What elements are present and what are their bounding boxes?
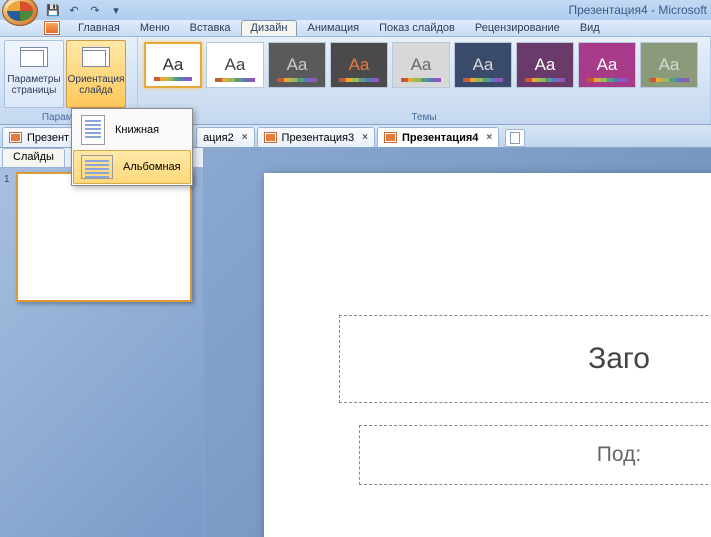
- thumb-number: 1: [4, 172, 16, 185]
- landscape-icon: [81, 155, 113, 179]
- theme-4[interactable]: Aa: [392, 42, 450, 88]
- thumbnails: 1: [0, 168, 203, 537]
- close-icon[interactable]: ×: [486, 132, 492, 143]
- orientation-button[interactable]: Ориентацияслайда: [66, 40, 126, 108]
- doctab-label: Презент: [27, 132, 69, 144]
- ribbon-group-themes: Aa Aa Aa Aa Aa Aa Aa Aa Aa Темы: [138, 37, 711, 124]
- theme-5[interactable]: Aa: [454, 42, 512, 88]
- slide[interactable]: Заго Под:: [264, 173, 711, 537]
- theme-color-bar: [277, 78, 317, 82]
- orientation-landscape[interactable]: Альбомная: [73, 150, 191, 184]
- subtitle-placeholder[interactable]: Под:: [359, 425, 711, 485]
- menu-insert[interactable]: Вставка: [180, 22, 241, 34]
- theme-color-bar: [401, 78, 441, 82]
- page-params-label: Параметрыстраницы: [7, 74, 60, 96]
- theme-preview-text: Aa: [659, 55, 680, 75]
- theme-6[interactable]: Aa: [516, 42, 574, 88]
- page-icon: [510, 132, 520, 144]
- theme-color-bar: [339, 78, 379, 82]
- new-doc-button[interactable]: [505, 129, 525, 147]
- doctab-label: ация2: [203, 132, 234, 144]
- qat-redo-icon[interactable]: ↷: [86, 2, 104, 18]
- ribbon-group-themes-label: Темы: [138, 112, 710, 123]
- workspace: Слайды 1 Заго Под:: [0, 148, 711, 537]
- theme-2[interactable]: Aa: [268, 42, 326, 88]
- theme-preview-text: Aa: [535, 55, 556, 75]
- portrait-icon: [81, 115, 105, 145]
- app-title: Презентация4 - Microsoft: [569, 3, 708, 17]
- theme-preview-text: Aa: [225, 55, 246, 75]
- doc-icon: [9, 132, 22, 143]
- doctab-1[interactable]: ация2 ×: [196, 127, 254, 147]
- title-placeholder[interactable]: Заго: [339, 315, 711, 403]
- theme-preview-text: Aa: [287, 55, 308, 75]
- theme-preview-text: Aa: [163, 55, 184, 75]
- theme-preview-text: Aa: [349, 55, 370, 75]
- portrait-label: Книжная: [115, 124, 159, 136]
- thumb-row: 1: [4, 172, 199, 302]
- theme-8[interactable]: Aa: [640, 42, 698, 88]
- doctab-2[interactable]: Презентация3 ×: [257, 127, 375, 147]
- theme-0[interactable]: Aa: [144, 42, 202, 88]
- theme-preview-text: Aa: [473, 55, 494, 75]
- doctab-0[interactable]: Презент: [2, 127, 76, 147]
- menu-animation[interactable]: Анимация: [297, 22, 369, 34]
- doc-icon: [264, 132, 277, 143]
- qat-save-icon[interactable]: 💾: [44, 2, 62, 18]
- orientation-portrait[interactable]: Книжная: [73, 110, 191, 150]
- theme-color-bar: [649, 78, 689, 82]
- qat-dropdown-icon[interactable]: ▾: [107, 2, 125, 18]
- page-params-button[interactable]: Параметрыстраницы: [4, 40, 64, 108]
- doctab-label: Презентация4: [402, 132, 478, 144]
- theme-color-bar: [463, 78, 503, 82]
- menu-design[interactable]: Дизайн: [241, 20, 298, 36]
- theme-7[interactable]: Aa: [578, 42, 636, 88]
- orientation-label: Ориентацияслайда: [68, 74, 125, 96]
- doctab-3[interactable]: Презентация4 ×: [377, 127, 499, 147]
- theme-1[interactable]: Aa: [206, 42, 264, 88]
- landscape-label: Альбомная: [123, 161, 181, 173]
- menu-slideshow[interactable]: Показ слайдов: [369, 22, 465, 34]
- menu-menu[interactable]: Меню: [130, 22, 180, 34]
- doctab-label: Презентация3: [282, 132, 355, 144]
- side-panel: Слайды 1: [0, 148, 204, 537]
- themes-gallery: Aa Aa Aa Aa Aa Aa Aa Aa Aa: [138, 37, 710, 124]
- qat-undo-icon[interactable]: ↶: [65, 2, 83, 18]
- quick-access-toolbar: 💾 ↶ ↷ ▾: [44, 2, 125, 18]
- doc-icon: [384, 132, 397, 143]
- theme-3[interactable]: Aa: [330, 42, 388, 88]
- menu-bar: Главная Меню Вставка Дизайн Анимация Пок…: [0, 20, 711, 37]
- theme-color-bar: [525, 78, 565, 82]
- slide-canvas[interactable]: Заго Под:: [204, 148, 711, 537]
- orientation-dropdown: Книжная Альбомная: [71, 108, 193, 186]
- theme-preview-text: Aa: [597, 55, 618, 75]
- theme-color-bar: [587, 78, 627, 82]
- slide-thumbnail[interactable]: [16, 172, 192, 302]
- theme-color-bar: [215, 78, 255, 82]
- menu-review[interactable]: Рецензирование: [465, 22, 570, 34]
- theme-color-bar: [154, 77, 192, 81]
- page-params-icon: [20, 47, 48, 67]
- title-bar: 💾 ↶ ↷ ▾ Презентация4 - Microsoft: [0, 0, 711, 20]
- menu-view[interactable]: Вид: [570, 22, 610, 34]
- menu-home[interactable]: Главная: [68, 22, 130, 34]
- side-tab-slides[interactable]: Слайды: [2, 148, 65, 167]
- theme-preview-text: Aa: [411, 55, 432, 75]
- orientation-icon: [82, 47, 110, 67]
- close-icon[interactable]: ×: [362, 132, 368, 143]
- app-icon: [44, 21, 60, 35]
- close-icon[interactable]: ×: [242, 132, 248, 143]
